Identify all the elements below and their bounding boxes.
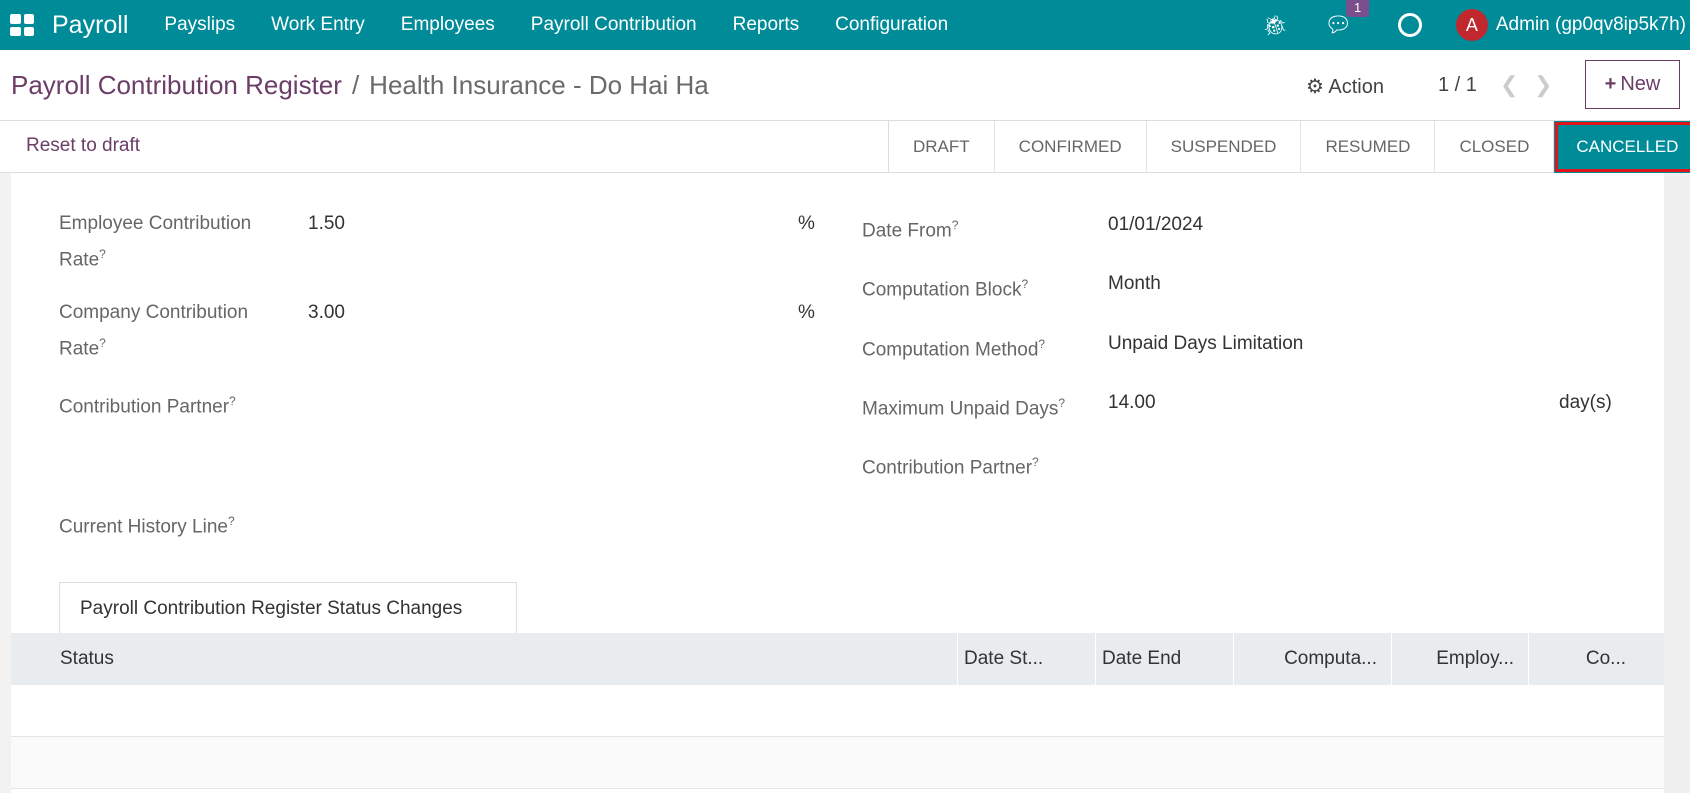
avatar[interactable]: A: [1455, 9, 1488, 41]
column-company[interactable]: Co...: [1528, 633, 1664, 685]
menu-employees[interactable]: Employees: [401, 14, 495, 36]
employee-contribution-rate-label: Employee Contribution Rate?: [59, 213, 252, 271]
status-resumed[interactable]: RESUMED: [1301, 121, 1436, 173]
status-closed[interactable]: CLOSED: [1435, 121, 1555, 173]
new-label: New: [1620, 73, 1661, 95]
table-row: [11, 737, 1664, 789]
current-history-line-label: Current History Line?: [59, 514, 235, 538]
debug-bug-icon[interactable]: 🐞︎: [1263, 13, 1288, 38]
status-draft[interactable]: DRAFT: [889, 121, 995, 173]
menu-work-entry[interactable]: Work Entry: [271, 14, 365, 36]
status-steps: DRAFT CONFIRMED SUSPENDED RESUMED CLOSED…: [888, 121, 1690, 173]
column-date-start[interactable]: Date St...: [957, 633, 1095, 685]
menu-reports[interactable]: Reports: [733, 14, 800, 36]
column-employee[interactable]: Employ...: [1391, 633, 1528, 685]
company-contribution-rate-label: Company Contribution Rate?: [59, 302, 249, 360]
user-menu[interactable]: Admin (gp0qv8ip5k7h): [1496, 14, 1686, 36]
new-button[interactable]: + New: [1585, 60, 1680, 109]
date-from-field[interactable]: 01/01/2024: [1108, 210, 1203, 240]
computation-block-label: Computation Block?: [862, 277, 1029, 301]
table-header: Status Date St... Date End Computa... Em…: [11, 633, 1664, 685]
control-panel: Payroll Contribution Register / Health Ins…: [0, 50, 1690, 121]
breadcrumb-parent[interactable]: Payroll Contribution Register: [11, 70, 342, 100]
previous-record-chevron-icon[interactable]: ❮: [1500, 72, 1518, 98]
column-date-end[interactable]: Date End: [1095, 633, 1233, 685]
column-computation[interactable]: Computa...: [1233, 633, 1391, 685]
status-bar: Reset to draft DRAFT CONFIRMED SUSPENDED…: [0, 121, 1690, 173]
unpaid-days-unit: day(s): [1559, 392, 1612, 413]
computation-method-field[interactable]: Unpaid Days Limitation: [1108, 329, 1303, 359]
app-brand[interactable]: Payroll: [52, 11, 128, 40]
breadcrumb-separator: /: [351, 70, 360, 100]
pager-value[interactable]: 1 / 1: [1438, 74, 1477, 97]
menu-payroll-contribution[interactable]: Payroll Contribution: [531, 14, 697, 36]
messages-button[interactable]: 💬︎ 1: [1324, 0, 1370, 38]
reset-to-draft-button[interactable]: Reset to draft: [26, 135, 140, 157]
message-count-badge: 1: [1345, 0, 1370, 17]
computation-method-label: Computation Method?: [862, 337, 1046, 361]
plus-icon: +: [1604, 73, 1617, 95]
menu-configuration[interactable]: Configuration: [835, 14, 948, 36]
breadcrumb: Payroll Contribution Register / Health Ins…: [11, 70, 709, 101]
right-contribution-partner-label: Contribution Partner?: [862, 455, 1039, 479]
table-row: [11, 685, 1664, 737]
contribution-partner-label: Contribution Partner?: [59, 394, 236, 418]
computation-block-field[interactable]: Month: [1108, 269, 1161, 299]
menu-payslips[interactable]: Payslips: [164, 14, 235, 36]
action-menu-button[interactable]: ⚙ Action: [1306, 74, 1384, 99]
company-rate-unit: %: [798, 302, 815, 323]
status-confirmed[interactable]: CONFIRMED: [995, 121, 1147, 173]
employee-contribution-rate-field[interactable]: 1.50: [308, 209, 345, 239]
breadcrumb-current: Health Insurance - Do Hai Ha: [369, 70, 709, 100]
next-record-chevron-icon[interactable]: ❯: [1534, 72, 1552, 98]
scrollbar[interactable]: [1664, 173, 1690, 793]
company-contribution-rate-field[interactable]: 3.00: [308, 298, 345, 328]
status-cancelled[interactable]: CANCELLED: [1554, 121, 1690, 173]
date-from-label: Date From?: [862, 218, 959, 242]
maximum-unpaid-days-field[interactable]: 14.00: [1108, 388, 1156, 418]
top-navbar: Payroll Payslips Work Entry Employees Pa…: [0, 0, 1690, 50]
activity-clock-icon[interactable]: [1397, 13, 1422, 37]
employee-rate-unit: %: [798, 213, 815, 234]
tab-status-changes[interactable]: Payroll Contribution Register Status Cha…: [59, 582, 517, 634]
column-status[interactable]: Status: [60, 633, 114, 685]
maximum-unpaid-days-label: Maximum Unpaid Days?: [862, 396, 1066, 420]
status-suspended[interactable]: SUSPENDED: [1147, 121, 1302, 173]
action-label: Action: [1328, 76, 1384, 98]
gear-icon: ⚙: [1306, 76, 1324, 98]
apps-menu-icon[interactable]: [10, 14, 34, 36]
